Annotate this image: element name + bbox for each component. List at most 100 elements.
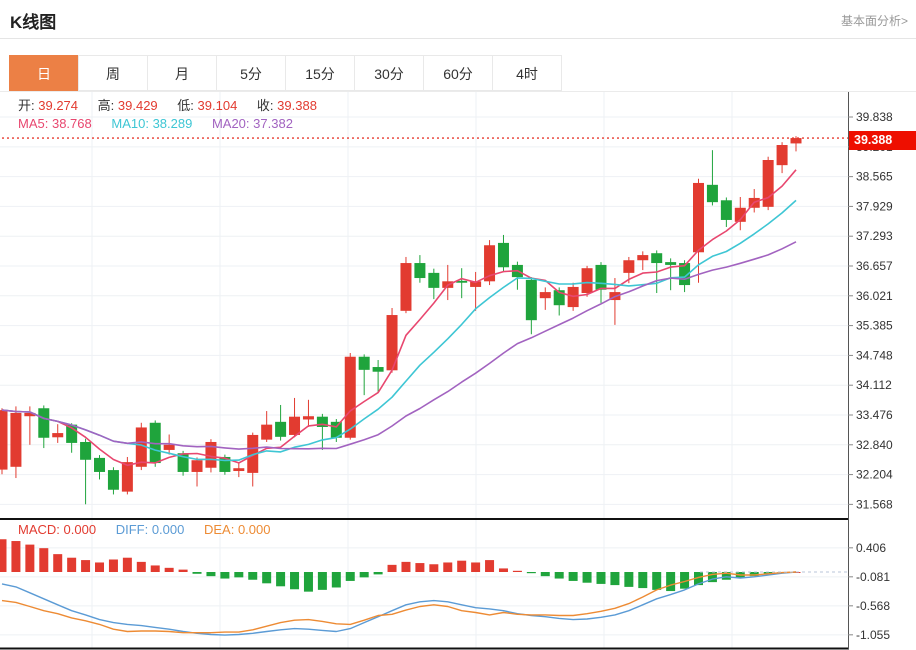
macd-bar (596, 572, 605, 584)
candle-body (289, 417, 300, 435)
y-axis-label: 39.838 (856, 110, 893, 124)
y-axis-label: 37.293 (856, 229, 893, 243)
candle-body (108, 470, 119, 490)
y-axis-label: 36.021 (856, 289, 893, 303)
macd-readout: MACD: 0.000 DIFF: 0.000 DEA: 0.000 (18, 522, 287, 537)
macd-bar (95, 562, 104, 572)
macd-bar (25, 545, 34, 572)
dea-value: 0.000 (238, 522, 271, 537)
high-label: 高: (98, 98, 115, 113)
candle-body (582, 268, 593, 293)
current-price-badge: 39.388 (849, 131, 916, 150)
candle-body (707, 185, 718, 202)
ma5-value: 38.768 (52, 116, 92, 131)
macd-bar (499, 568, 508, 572)
macd-bar (485, 560, 494, 572)
y-axis-label: 32.204 (856, 468, 893, 482)
macd-bar (234, 572, 243, 577)
macd-bar (610, 572, 619, 585)
macd-bar (137, 562, 146, 572)
macd-bar (638, 572, 647, 588)
macd-bar (179, 570, 188, 572)
low-value: 39.104 (198, 98, 238, 113)
candle-body (777, 145, 788, 165)
candle-body (94, 458, 105, 472)
tab-month[interactable]: 月 (147, 55, 217, 91)
dea-label: DEA: (204, 522, 234, 537)
macd-bar (332, 572, 341, 587)
macd-bar (374, 572, 383, 574)
candle-body (651, 253, 662, 263)
macd-bar (652, 572, 661, 590)
candle-body (637, 255, 648, 260)
ma20-label: MA20: (212, 116, 250, 131)
y-axis-label: 36.657 (856, 259, 893, 273)
ma20-value: 37.382 (253, 116, 293, 131)
macd-bar (624, 572, 633, 587)
tab-day[interactable]: 日 (9, 55, 79, 91)
candle-body (721, 200, 732, 220)
diff-value: 0.000 (152, 522, 185, 537)
ma-readout: MA5: 38.768 MA10: 38.289 MA20: 37.382 (18, 116, 309, 131)
y-axis-label: -1.055 (856, 628, 890, 642)
candle-body (359, 357, 370, 370)
close-label: 收: (257, 98, 274, 113)
ma10-value: 38.289 (153, 116, 193, 131)
macd-value: 0.000 (64, 522, 97, 537)
macd-bar (81, 560, 90, 572)
candle-body (0, 410, 8, 469)
candle-body (540, 292, 551, 298)
tab-60min[interactable]: 60分 (423, 55, 493, 91)
candle-body (80, 442, 91, 460)
ma20-line (2, 242, 796, 449)
candle-body (665, 262, 676, 265)
macd-bar (415, 563, 424, 572)
macd-bar (151, 565, 160, 572)
y-axis-label: 32.840 (856, 438, 893, 452)
y-axis-label: -0.568 (856, 599, 890, 613)
macd-bar (583, 572, 592, 583)
candle-body (52, 433, 63, 437)
y-axis-label: 37.929 (856, 199, 893, 213)
macd-bar (53, 554, 62, 572)
diff-label: DIFF: (116, 522, 149, 537)
candle-body (233, 468, 244, 471)
macd-bar (360, 572, 369, 577)
candle-body (261, 425, 272, 440)
macd-bar (290, 572, 299, 589)
candle-body (791, 138, 802, 143)
macd-bar (39, 548, 48, 572)
macd-bar (471, 562, 480, 572)
candle-body (595, 265, 606, 290)
y-axis-label: -0.081 (856, 570, 890, 584)
candle-body (526, 280, 537, 320)
macd-bar (541, 572, 550, 576)
y-axis-label: 34.748 (856, 348, 893, 362)
macd-bar (318, 572, 327, 590)
macd-bar (443, 562, 452, 572)
candle-body (623, 260, 634, 273)
macd-bar (262, 572, 271, 583)
candle-body (498, 243, 509, 267)
macd-bar (527, 572, 536, 573)
macd-bar (429, 564, 438, 572)
tab-week[interactable]: 周 (78, 55, 148, 91)
tab-5min[interactable]: 5分 (216, 55, 286, 91)
tab-15min[interactable]: 15分 (285, 55, 355, 91)
candle-body (303, 416, 314, 419)
close-value: 39.388 (277, 98, 317, 113)
ma5-label: MA5: (18, 116, 48, 131)
y-axis-label: 38.565 (856, 170, 893, 184)
macd-bar (109, 559, 118, 572)
ohlc-readout: 开: 39.274 高: 39.429 低: 39.104 收: 39.388 (18, 95, 333, 114)
macd-bar (555, 572, 564, 579)
tab-30min[interactable]: 30分 (354, 55, 424, 91)
macd-bar (248, 572, 257, 580)
high-value: 39.429 (118, 98, 158, 113)
tab-4hour[interactable]: 4时 (492, 55, 562, 91)
y-axis-label: 31.568 (856, 497, 893, 511)
macd-bar (346, 572, 355, 581)
open-value: 39.274 (38, 98, 78, 113)
candle-body (192, 460, 203, 472)
y-axis-label: 34.112 (856, 378, 892, 392)
